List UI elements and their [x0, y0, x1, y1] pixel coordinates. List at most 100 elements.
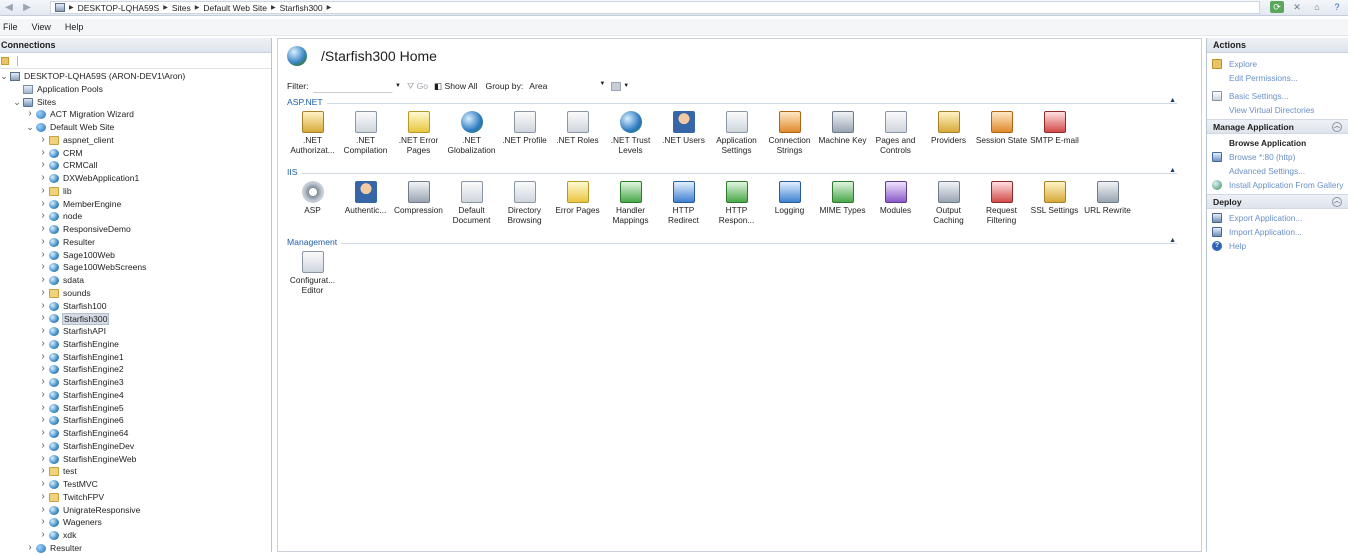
feature-item[interactable]: Connection Strings	[763, 111, 816, 155]
action-browse-application[interactable]: Browse Application	[1207, 136, 1348, 150]
tree-node[interactable]: › StarfishEngine4	[0, 389, 271, 402]
tree-node[interactable]: › TestMVC	[0, 478, 271, 491]
go-button[interactable]: ⛛ Go	[407, 81, 428, 92]
feature-item[interactable]: .NET Error Pages	[392, 111, 445, 155]
chevron-right-icon[interactable]: ›	[39, 427, 47, 440]
feature-item[interactable]: Application Settings	[710, 111, 763, 155]
breadcrumb-item[interactable]: Default Web Site	[203, 3, 267, 13]
feature-item[interactable]: Request Filtering	[975, 181, 1028, 225]
action-export-application[interactable]: Export Application...	[1207, 211, 1348, 225]
chevron-down-icon[interactable]: ⌄	[13, 96, 21, 109]
feature-item[interactable]: Session State	[975, 111, 1028, 145]
tree-node[interactable]: › UnigrateResponsive	[0, 504, 271, 517]
chevron-right-icon[interactable]: ›	[39, 249, 47, 262]
tree-node[interactable]: › StarfishAPI	[0, 325, 271, 338]
feature-item[interactable]: Directory Browsing	[498, 181, 551, 225]
menu-view[interactable]: View	[32, 22, 51, 32]
filter-input[interactable]	[313, 79, 393, 93]
chevron-right-icon[interactable]: ›	[39, 376, 47, 389]
tree-node[interactable]: ⌄ DESKTOP-LQHA59S (ARON-DEV1\Aron)	[0, 70, 271, 83]
feature-item[interactable]: .NET Authorizat...	[286, 111, 339, 155]
tree-node[interactable]: › CRMCall	[0, 159, 271, 172]
breadcrumb[interactable]: ▶ DESKTOP-LQHA59S ▶ Sites ▶ Default Web Site ▶…	[50, 1, 1260, 14]
tree-node[interactable]: › xdk	[0, 529, 271, 542]
chevron-right-icon[interactable]: ›	[39, 338, 47, 351]
collapse-icon[interactable]: ︿	[1332, 122, 1342, 132]
tree-node[interactable]: › Resulter	[0, 542, 271, 555]
feature-item[interactable]: Pages and Controls	[869, 111, 922, 155]
collapse-icon[interactable]: ︿	[1332, 197, 1342, 207]
tree-node[interactable]: › Sage100WebScreens	[0, 261, 271, 274]
feature-item[interactable]: Machine Key	[816, 111, 869, 145]
chevron-right-icon[interactable]: ›	[39, 287, 47, 300]
tree-node[interactable]: › StarfishEngine64	[0, 427, 271, 440]
feature-item[interactable]: ASP	[286, 181, 339, 215]
breadcrumb-item[interactable]: DESKTOP-LQHA59S	[78, 3, 160, 13]
menu-file[interactable]: File	[3, 22, 18, 32]
tree-node[interactable]: › Wageners	[0, 516, 271, 529]
chevron-right-icon[interactable]: ›	[39, 300, 47, 313]
chevron-right-icon[interactable]: ›	[39, 351, 47, 364]
feature-item[interactable]: .NET Compilation	[339, 111, 392, 155]
collapse-icon[interactable]: ▲	[1169, 97, 1176, 104]
action-basic-settings[interactable]: Basic Settings...	[1207, 89, 1348, 103]
feature-item[interactable]: Modules	[869, 181, 922, 215]
tree-node[interactable]: › sounds	[0, 287, 271, 300]
breadcrumb-separator-icon[interactable]: ▶	[327, 4, 332, 11]
chevron-right-icon[interactable]: ›	[39, 172, 47, 185]
show-all-button[interactable]: ◧ Show All	[434, 81, 477, 92]
chevron-right-icon[interactable]: ›	[39, 223, 47, 236]
chevron-right-icon[interactable]: ›	[39, 389, 47, 402]
chevron-right-icon[interactable]: ›	[39, 453, 47, 466]
chevron-right-icon[interactable]: ›	[39, 147, 47, 160]
home-icon[interactable]: ⌂	[1310, 1, 1324, 13]
chevron-down-icon[interactable]: ⌄	[26, 121, 34, 134]
tree-node[interactable]: › sdata	[0, 274, 271, 287]
feature-item[interactable]: Configurat... Editor	[286, 251, 339, 295]
view-mode-dropdown-icon[interactable]: ▼	[623, 83, 629, 89]
view-mode-icon[interactable]	[611, 81, 622, 91]
chevron-right-icon[interactable]: ›	[39, 491, 47, 504]
tree-node[interactable]: › StarfishEngine3	[0, 376, 271, 389]
breadcrumb-item[interactable]: Sites	[172, 3, 191, 13]
chevron-right-icon[interactable]: ›	[26, 542, 34, 555]
chevron-right-icon[interactable]: ›	[39, 210, 47, 223]
chevron-right-icon[interactable]: ›	[39, 402, 47, 415]
tree-node[interactable]: › lib	[0, 185, 271, 198]
help-icon[interactable]: ?	[1330, 1, 1344, 13]
tree-node[interactable]: › test	[0, 465, 271, 478]
filter-dropdown-icon[interactable]: ▼	[395, 83, 401, 89]
feature-item[interactable]: Error Pages	[551, 181, 604, 215]
feature-item[interactable]: SMTP E-mail	[1028, 111, 1081, 145]
collapse-icon[interactable]: ▲	[1169, 167, 1176, 174]
stop-icon[interactable]: ✕	[1290, 1, 1304, 13]
feature-item[interactable]: MIME Types	[816, 181, 869, 215]
chevron-right-icon[interactable]: ›	[39, 312, 47, 325]
action-import-application[interactable]: Import Application...	[1207, 225, 1348, 239]
feature-item[interactable]: URL Rewrite	[1081, 181, 1134, 215]
chevron-right-icon[interactable]: ›	[39, 236, 47, 249]
new-connection-icon[interactable]	[1, 56, 9, 65]
chevron-right-icon[interactable]: ›	[39, 198, 47, 211]
breadcrumb-item[interactable]: Starfish300	[280, 3, 323, 13]
chevron-right-icon[interactable]: ›	[39, 363, 47, 376]
tree-node[interactable]: › aspnet_client	[0, 134, 271, 147]
feature-item[interactable]: Output Caching	[922, 181, 975, 225]
tree-node[interactable]: › Starfish300	[0, 312, 271, 326]
manage-application-header[interactable]: Manage Application ︿	[1207, 119, 1348, 134]
group-by-select[interactable]: Area ▼	[529, 81, 605, 91]
chevron-right-icon[interactable]: ›	[39, 516, 47, 529]
tree-node[interactable]: › StarfishEngine	[0, 338, 271, 351]
tree-node[interactable]: › ResponsiveDemo	[0, 223, 271, 236]
feature-item[interactable]: .NET Trust Levels	[604, 111, 657, 155]
action-edit-permissions[interactable]: Edit Permissions...	[1207, 71, 1348, 85]
feature-item[interactable]: .NET Globalization	[445, 111, 498, 155]
menu-help[interactable]: Help	[65, 22, 84, 32]
feature-item[interactable]: HTTP Redirect	[657, 181, 710, 225]
chevron-right-icon[interactable]: ›	[39, 414, 47, 427]
feature-item[interactable]: .NET Users	[657, 111, 710, 145]
chevron-right-icon[interactable]: ›	[39, 134, 47, 147]
tree-node[interactable]: › CRM	[0, 147, 271, 160]
chevron-right-icon[interactable]: ›	[39, 465, 47, 478]
action-browse-80-http[interactable]: Browse *:80 (http)	[1207, 150, 1348, 164]
